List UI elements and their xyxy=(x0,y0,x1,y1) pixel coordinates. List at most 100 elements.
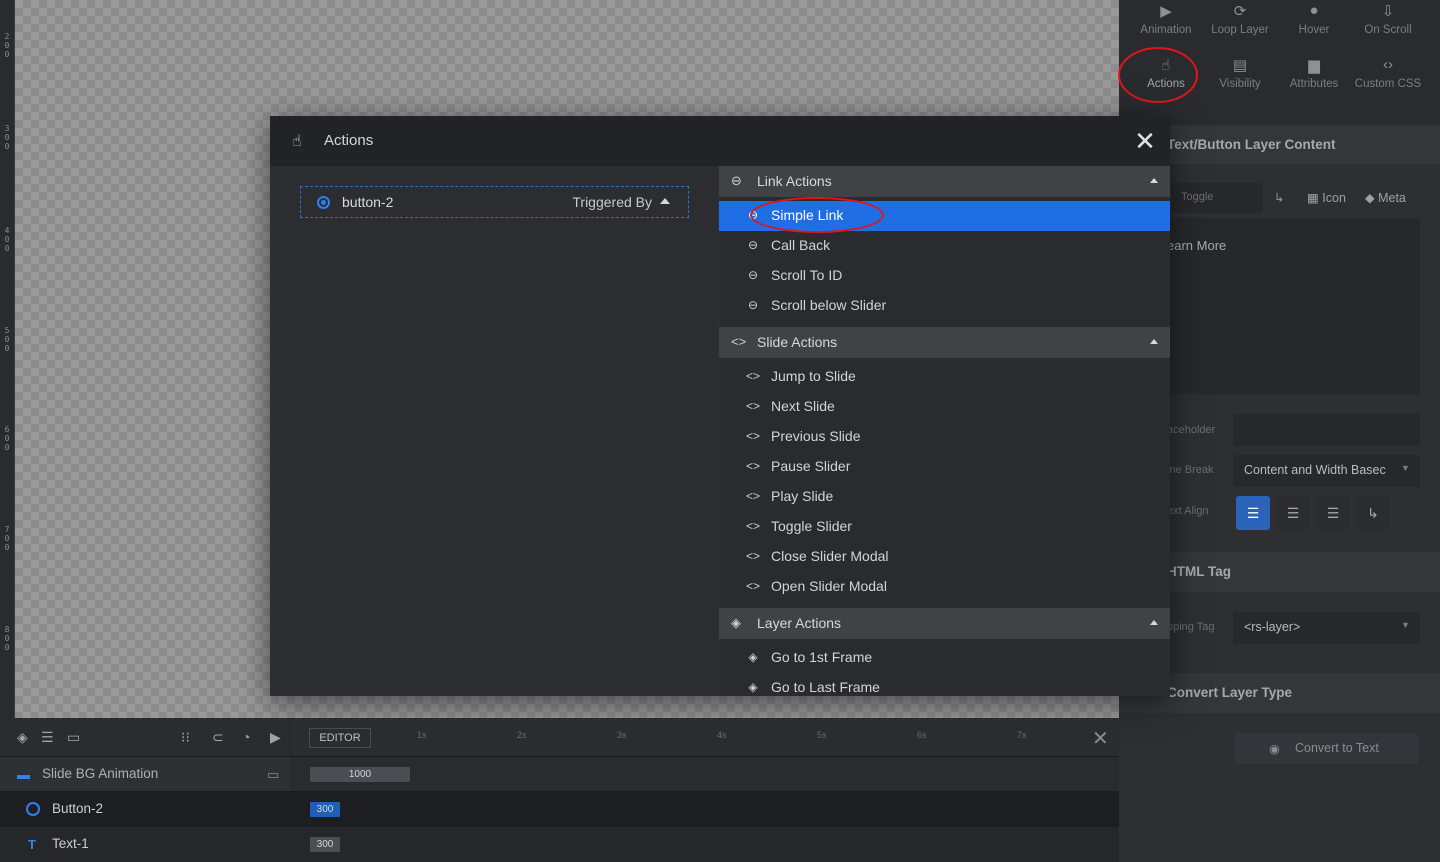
align-left-button[interactable]: ☰ xyxy=(1236,496,1270,530)
action-list: ⊖ Link Actions ⊖ Simple Link ⊖ Call Back… xyxy=(719,166,1170,696)
action-go-to-1st-frame[interactable]: ◈ Go to 1st Frame xyxy=(719,643,1170,673)
action-scroll-to-id[interactable]: ⊖ Scroll To ID xyxy=(719,261,1170,291)
align-auto-button[interactable]: ↳ xyxy=(1356,496,1390,530)
align-left-icon: ☰ xyxy=(1246,505,1260,521)
tab-loop-layer[interactable]: ⟳ Loop Layer xyxy=(1203,2,1277,36)
triggered-by-dropdown[interactable]: Triggered By xyxy=(572,194,670,210)
convert-label: Convert to Text xyxy=(1295,741,1379,755)
action-call-back[interactable]: ⊖ Call Back xyxy=(719,231,1170,261)
action-label: Go to 1st Frame xyxy=(771,649,873,665)
group-slide-actions[interactable]: <> Slide Actions xyxy=(719,327,1170,358)
link-icon: ⊖ xyxy=(747,238,759,252)
meta-button[interactable]: ◆ Meta xyxy=(1365,190,1406,205)
chevron-down-icon: ▼ xyxy=(1401,463,1410,473)
timeline-bar[interactable]: 1000 xyxy=(310,767,410,782)
tab-animation[interactable]: ▶ Animation xyxy=(1129,2,1203,36)
tab-attributes[interactable]: ▆ Attributes xyxy=(1277,56,1351,90)
mouse-icon: ● xyxy=(1309,2,1319,19)
tab-label: On Scroll xyxy=(1364,24,1412,36)
placeholder-input[interactable] xyxy=(1233,414,1420,446)
grid-icon: ▦ xyxy=(1307,191,1323,205)
toggle-field[interactable]: Toggle xyxy=(1171,183,1263,213)
icon-label: Icon xyxy=(1322,191,1346,205)
action-play-slide[interactable]: <> Play Slide xyxy=(719,482,1170,512)
action-label: Go to Last Frame xyxy=(771,679,880,695)
layers-icon[interactable]: ◈ xyxy=(17,729,28,746)
grid-icon[interactable]: ⁝⁝ xyxy=(181,729,190,746)
timeline-row-slide-bg[interactable]: ▬ Slide BG Animation ▭ 1000 xyxy=(0,756,1119,792)
editor-button[interactable]: EDITOR xyxy=(309,728,371,748)
align-center-button[interactable]: ☰ xyxy=(1276,496,1310,530)
align-right-button[interactable]: ☰ xyxy=(1316,496,1350,530)
radio-selected-icon[interactable] xyxy=(317,196,330,209)
meta-label: Meta xyxy=(1378,191,1406,205)
linebreak-icon: ↳ xyxy=(1367,505,1379,521)
action-next-slide[interactable]: <> Next Slide xyxy=(719,392,1170,422)
action-jump-to-slide[interactable]: <> Jump to Slide xyxy=(719,362,1170,392)
action-label: Next Slide xyxy=(771,398,835,414)
action-open-slider-modal[interactable]: <> Open Slider Modal xyxy=(719,572,1170,602)
icon-button[interactable]: ▦ Icon xyxy=(1307,190,1346,205)
line-break-label: ine Break xyxy=(1167,464,1214,476)
placeholder-label: aceholder xyxy=(1167,424,1216,436)
convert-to-text-button[interactable]: ◉ Convert to Text xyxy=(1235,733,1418,764)
action-pause-slider[interactable]: <> Pause Slider xyxy=(719,452,1170,482)
folder-icon[interactable]: ▭ xyxy=(67,729,80,746)
linebreak-icon[interactable]: ↳ xyxy=(1274,190,1284,205)
tick-label: 6s xyxy=(917,730,927,740)
action-go-to-last-frame[interactable]: ◈ Go to Last Frame xyxy=(719,673,1170,696)
action-close-slider-modal[interactable]: <> Close Slider Modal xyxy=(719,542,1170,572)
timeline-bar[interactable]: 300 xyxy=(310,837,340,852)
timeline-panel: ◈ ☰ ▭ ⁝⁝ ⊂ ◔ ▶ EDITOR 1s 2s 3s 4s 5s 6s … xyxy=(0,718,1119,862)
row-label-cell: T Text-1 xyxy=(0,827,290,862)
group-link-actions[interactable]: ⊖ Link Actions xyxy=(719,166,1170,197)
timeline-row-button-2[interactable]: Button-2 300 xyxy=(0,791,1119,827)
action-label: Pause Slider xyxy=(771,458,851,474)
row-label-cell: Button-2 xyxy=(0,792,290,827)
caret-up-icon xyxy=(1150,178,1158,183)
pointer-hand-icon: ☝ xyxy=(292,133,302,150)
action-previous-slide[interactable]: <> Previous Slide xyxy=(719,422,1170,452)
tab-label: Visibility xyxy=(1219,78,1261,90)
magnet-icon[interactable]: ⊂ xyxy=(212,729,224,746)
ruler-label: 8 0 0 xyxy=(4,625,10,652)
line-break-select[interactable]: Content and Width Basec ▼ xyxy=(1233,455,1420,487)
wrapping-tag-label: pping Tag xyxy=(1167,621,1215,633)
code-icon: <> xyxy=(731,334,747,349)
caret-up-icon xyxy=(1150,339,1158,344)
layers-icon: ◈ xyxy=(748,650,758,664)
tag-icon: ◆ xyxy=(1365,191,1379,205)
action-label: Play Slide xyxy=(771,488,834,504)
code-icon: <> xyxy=(745,489,760,503)
wrapping-tag-select[interactable]: <rs-layer> ▼ xyxy=(1233,612,1420,644)
action-label: Previous Slide xyxy=(771,428,861,444)
close-icon[interactable]: ✕ xyxy=(1132,128,1158,154)
timeline-toolbar: ◈ ☰ ▭ ⁝⁝ ⊂ ◔ ▶ xyxy=(0,718,290,756)
ruler-label: 3 0 0 xyxy=(4,124,10,151)
timeline-row-text-1[interactable]: T Text-1 300 xyxy=(0,826,1119,862)
group-label: Link Actions xyxy=(757,173,832,189)
action-label: Jump to Slide xyxy=(771,368,856,384)
ruler-label: 2 0 0 xyxy=(4,32,10,59)
timeline-bar[interactable]: 300 xyxy=(310,802,340,817)
tab-custom-css[interactable]: ‹› Custom CSS xyxy=(1351,56,1425,90)
content-textarea[interactable]: earn More xyxy=(1167,218,1420,394)
group-layer-actions[interactable]: ◈ Layer Actions xyxy=(719,608,1170,639)
close-icon[interactable]: ✕ xyxy=(1092,726,1109,751)
trigger-item[interactable]: button-2 Triggered By xyxy=(300,186,689,218)
tab-label: Attributes xyxy=(1289,78,1339,90)
visibility-icon: ▤ xyxy=(1232,57,1248,74)
vertical-ruler: 2 0 0 3 0 0 4 0 0 5 0 0 6 0 0 7 0 0 8 0 … xyxy=(0,0,15,718)
tab-label: Animation xyxy=(1140,24,1192,36)
action-toggle-slider[interactable]: <> Toggle Slider xyxy=(719,512,1170,542)
play-icon[interactable]: ▶ xyxy=(270,729,281,746)
tab-on-scroll[interactable]: ⇩ On Scroll xyxy=(1351,2,1425,36)
tab-hover[interactable]: ● Hover xyxy=(1277,2,1351,36)
action-scroll-below-slider[interactable]: ⊖ Scroll below Slider xyxy=(719,291,1170,321)
layers-icon: ◈ xyxy=(748,680,758,694)
folder-icon[interactable]: ▭ xyxy=(267,767,279,783)
tick-label: 3s xyxy=(617,730,627,740)
list-icon[interactable]: ☰ xyxy=(41,729,54,746)
tab-visibility[interactable]: ▤ Visibility xyxy=(1203,56,1277,90)
timer-icon[interactable]: ◔ xyxy=(242,729,250,745)
